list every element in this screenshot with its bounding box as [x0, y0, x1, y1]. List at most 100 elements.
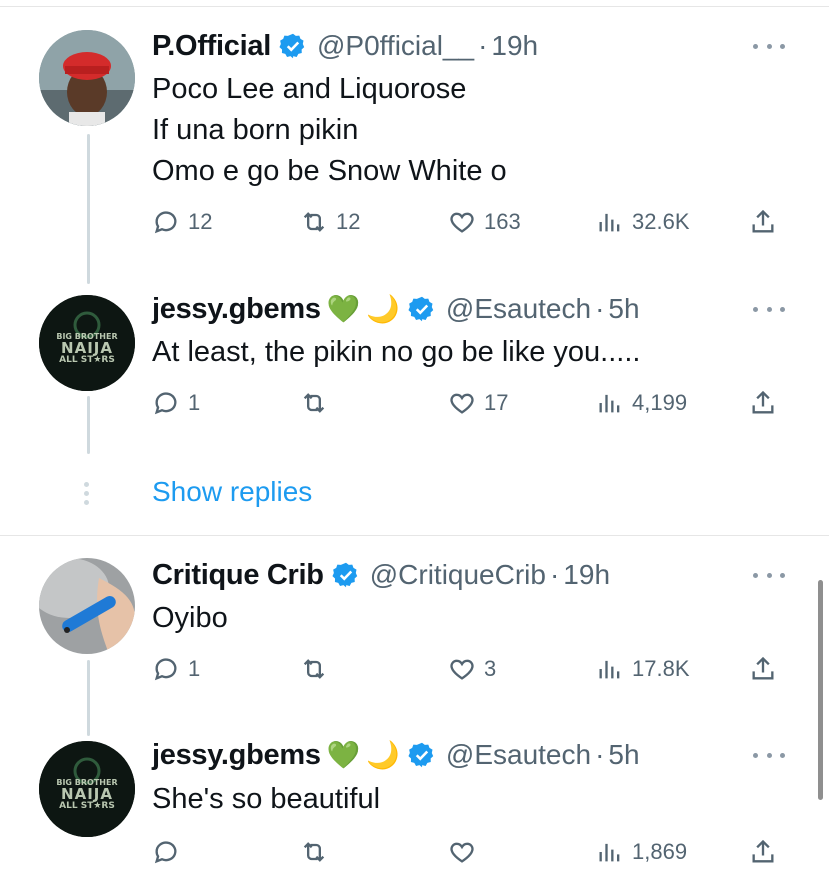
retweet-icon — [303, 212, 325, 232]
tweet-header: P.Official @P0fficial__ · 19h — [152, 26, 538, 66]
tweet-text-line: Poco Lee and Liquorose — [152, 73, 467, 105]
more-options-icon[interactable] — [753, 41, 785, 51]
tweet-text-line: If una born pikin — [152, 114, 359, 146]
retweet-button[interactable] — [300, 655, 336, 683]
reply-icon — [154, 211, 177, 234]
reply-icon — [154, 392, 177, 415]
like-button[interactable]: 163 — [448, 208, 521, 236]
avatar-text-line: ALL ST★RS — [59, 801, 115, 811]
share-icon — [752, 656, 774, 680]
share-button[interactable] — [749, 838, 777, 866]
handle[interactable]: @P0fficial__ — [317, 30, 474, 62]
reply-button[interactable]: 1 — [152, 655, 200, 683]
separator-dot: · — [595, 739, 605, 770]
section-divider — [0, 535, 829, 536]
retweet-icon — [303, 393, 325, 413]
retweet-icon — [303, 659, 325, 679]
tweet-text-line: She's so beautiful — [152, 783, 381, 815]
share-button[interactable] — [749, 389, 777, 417]
scrollbar[interactable] — [818, 580, 823, 800]
avatar[interactable]: BIG BROTHER NAIJA ALL ST★RS — [39, 741, 135, 837]
reply-count: 1 — [188, 656, 201, 681]
display-name[interactable]: Critique Crib — [152, 559, 324, 592]
separator-dot: · — [595, 293, 605, 324]
verified-badge-icon — [408, 296, 434, 322]
green-heart-emoji: 💚 — [326, 293, 361, 324]
reply-button[interactable]: 12 — [152, 208, 212, 236]
thread-line — [87, 134, 90, 284]
more-options-icon[interactable] — [753, 570, 785, 580]
verified-badge-icon — [408, 742, 434, 768]
share-button[interactable] — [749, 208, 777, 236]
display-name[interactable]: jessy.gbems — [152, 739, 321, 772]
reply-icon — [154, 841, 177, 864]
tweet-actions: 1 17 4,199 — [152, 389, 792, 425]
like-icon — [450, 842, 474, 863]
retweet-button[interactable] — [300, 838, 336, 866]
handle[interactable]: @Esautech — [446, 739, 591, 771]
timestamp[interactable]: 5h — [608, 739, 639, 771]
more-options-icon[interactable] — [753, 304, 785, 314]
verified-badge-icon — [279, 33, 305, 59]
timestamp[interactable]: 5h — [608, 293, 639, 325]
tweet-text: Poco Lee and Liquorose If una born pikin… — [152, 69, 507, 192]
reply-count: 1 — [188, 390, 201, 415]
thread-dots-icon — [84, 482, 90, 509]
retweet-button[interactable]: 12 — [300, 208, 360, 236]
tweet-actions: 1,869 — [152, 838, 792, 874]
like-button[interactable] — [448, 838, 484, 866]
views-button[interactable]: 32.6K — [596, 208, 690, 236]
show-replies-link[interactable]: Show replies — [152, 476, 312, 508]
tweet-text: Oyibo — [152, 598, 228, 639]
avatar-logo-text: BIG BROTHER NAIJA ALL ST★RS — [39, 779, 135, 811]
tweet-actions: 12 12 163 32.6K — [152, 208, 792, 244]
tweet-text: At least, the pikin no go be like you...… — [152, 332, 640, 373]
retweet-icon — [303, 842, 325, 862]
display-name[interactable]: P.Official — [152, 30, 271, 63]
avatar-photo — [39, 30, 135, 126]
share-button[interactable] — [749, 655, 777, 683]
more-options-icon[interactable] — [753, 750, 785, 760]
like-icon — [450, 212, 474, 233]
avatar-text-line: NAIJA — [61, 785, 113, 803]
top-divider — [0, 6, 829, 7]
views-count: 4,199 — [632, 390, 688, 415]
display-name[interactable]: jessy.gbems — [152, 293, 321, 326]
retweet-button[interactable] — [300, 389, 336, 417]
timestamp[interactable]: 19h — [491, 30, 538, 62]
reply-button[interactable]: 1 — [152, 389, 200, 417]
avatar-photo — [39, 558, 135, 654]
separator-dot: · — [549, 559, 560, 590]
views-count: 1,869 — [632, 839, 688, 864]
like-button[interactable]: 3 — [448, 655, 496, 683]
like-count: 163 — [484, 209, 521, 234]
share-icon — [752, 209, 774, 233]
tweet-text-line: Omo e go be Snow White o — [152, 155, 507, 187]
tweet-header: Critique Crib @CritiqueCrib · 19h — [152, 555, 610, 595]
like-icon — [450, 659, 474, 680]
thread-line — [87, 396, 90, 454]
avatar[interactable]: BIG BROTHER NAIJA ALL ST★RS — [39, 295, 135, 391]
views-button[interactable]: 17.8K — [596, 655, 690, 683]
views-button[interactable]: 1,869 — [596, 838, 687, 866]
handle[interactable]: @Esautech — [446, 293, 591, 325]
tweet-text-line: At least, the pikin no go be like you...… — [152, 336, 641, 368]
like-count: 17 — [484, 390, 509, 415]
timestamp[interactable]: 19h — [563, 559, 610, 591]
avatar[interactable] — [39, 558, 135, 654]
avatar[interactable] — [39, 30, 135, 126]
views-count: 17.8K — [632, 656, 690, 681]
verified-badge-icon — [332, 562, 357, 588]
tweet-header: jessy.gbems 💚 🌙 @Esautech · 5h — [152, 289, 640, 329]
like-button[interactable]: 17 — [448, 389, 508, 417]
avatar-text-line: ALL ST★RS — [59, 355, 115, 365]
separator-dot: · — [478, 30, 488, 61]
share-icon — [752, 390, 774, 414]
reply-count: 12 — [188, 209, 213, 234]
views-button[interactable]: 4,199 — [596, 389, 687, 417]
like-icon — [450, 393, 474, 414]
thread-line — [87, 660, 90, 736]
handle[interactable]: @CritiqueCrib — [370, 559, 546, 591]
tweet-header: jessy.gbems 💚 🌙 @Esautech · 5h — [152, 735, 640, 775]
reply-button[interactable] — [152, 838, 188, 866]
